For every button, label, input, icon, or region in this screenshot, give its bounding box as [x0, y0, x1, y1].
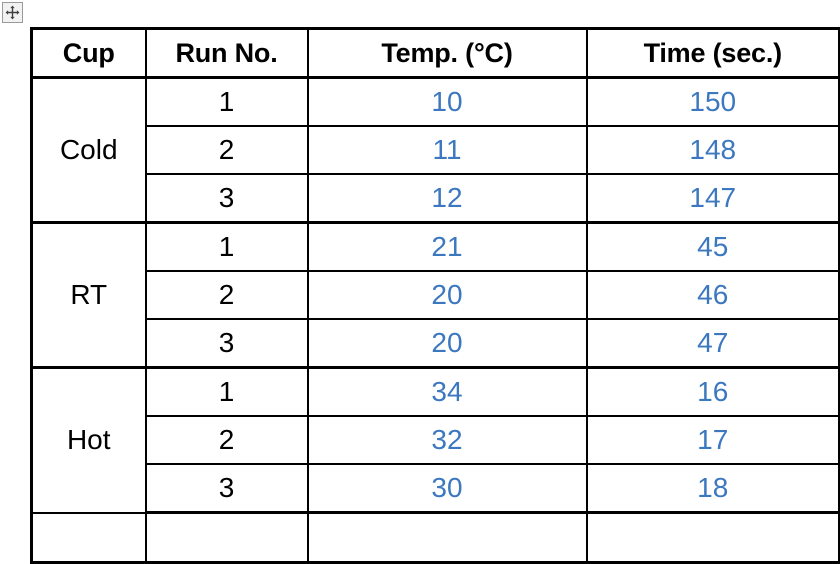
temp-cell: 30 [306, 463, 588, 514]
group-label-cell-0: Cold [30, 76, 147, 224]
table-header-row: Cup Run No. Temp. (°C) Time (sec.) [30, 27, 840, 79]
table-move-handle[interactable] [2, 2, 23, 23]
table-row: Hot 1 34 16 [30, 366, 840, 514]
run-cell: 3 [144, 173, 309, 224]
table-row: 3 12 147 [32, 173, 840, 224]
temp-cell: 20 [306, 318, 588, 369]
table-row: 3 20 47 [32, 318, 840, 369]
column-header-temp: Temp. (°C) [306, 27, 588, 79]
group-label-cell-1: RT [30, 221, 147, 369]
temp-cell: 21 [306, 221, 588, 272]
run-cell: 1 [144, 221, 309, 272]
temp-cell: 12 [306, 173, 588, 224]
column-header-cup: Cup [30, 27, 147, 79]
experiment-data-table: Cup Run No. Temp. (°C) Time (sec.) Cold … [30, 27, 840, 564]
column-header-run: Run No. [144, 27, 309, 79]
table-row: 2 20 46 [32, 270, 840, 320]
table-row: RT 1 21 45 [30, 221, 840, 369]
empty-run-cell [144, 511, 309, 564]
empty-time-cell [585, 511, 840, 564]
column-header-time: Time (sec.) [585, 27, 840, 79]
run-cell: 1 [144, 366, 309, 417]
time-cell: 46 [585, 270, 840, 320]
move-cross-icon [5, 5, 20, 20]
temp-cell: 32 [306, 415, 588, 465]
time-cell: 150 [585, 76, 840, 127]
run-cell: 1 [144, 76, 309, 127]
table-row-empty [30, 511, 840, 564]
table-row: 3 30 18 [32, 463, 840, 514]
temp-cell: 11 [306, 125, 588, 175]
table-container: Cup Run No. Temp. (°C) Time (sec.) Cold … [30, 27, 840, 564]
time-cell: 47 [585, 318, 840, 369]
run-cell: 3 [144, 463, 309, 514]
group-label-cell-2: Hot [30, 366, 147, 514]
empty-temp-cell [306, 511, 588, 564]
temp-cell: 34 [306, 366, 588, 417]
time-cell: 17 [585, 415, 840, 465]
run-cell: 3 [144, 318, 309, 369]
temp-cell: 20 [306, 270, 588, 320]
time-cell: 18 [585, 463, 840, 514]
table-row: 2 32 17 [32, 415, 840, 465]
time-cell: 16 [585, 366, 840, 417]
table-row: 2 11 148 [32, 125, 840, 175]
temp-cell: 10 [306, 76, 588, 127]
run-cell: 2 [144, 125, 309, 175]
time-cell: 147 [585, 173, 840, 224]
run-cell: 2 [144, 415, 309, 465]
time-cell: 148 [585, 125, 840, 175]
run-cell: 2 [144, 270, 309, 320]
table-row: Cold 1 10 150 [30, 76, 840, 224]
time-cell: 45 [585, 221, 840, 272]
empty-cup-cell [30, 511, 147, 564]
